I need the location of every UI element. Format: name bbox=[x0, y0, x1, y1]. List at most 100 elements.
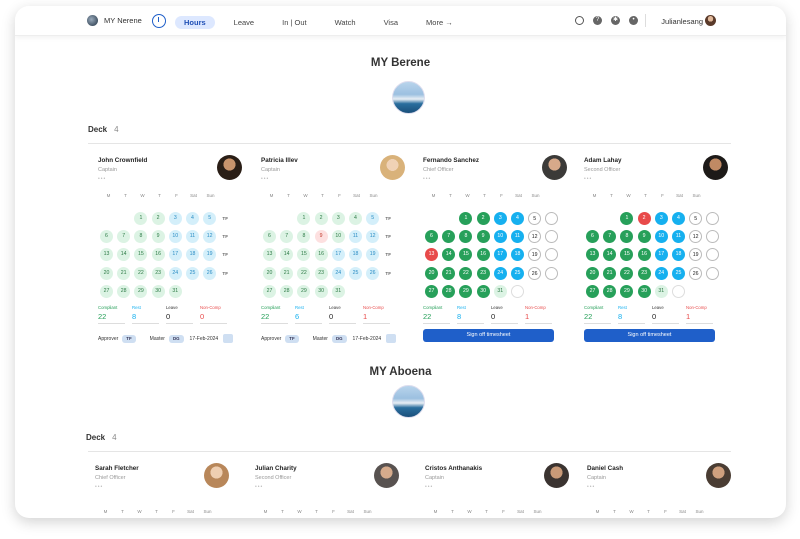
calendar-day[interactable]: 1 bbox=[134, 212, 148, 225]
crew-card[interactable]: Adam Lahay Second Officer ••• M T W T F Sat Sun 1 2… bbox=[584, 155, 734, 352]
more-options-icon[interactable]: ••• bbox=[261, 176, 269, 182]
calendar-day[interactable]: 22 bbox=[459, 266, 473, 280]
calendar-day[interactable]: 27 bbox=[100, 284, 113, 298]
calendar-day[interactable]: 3 bbox=[654, 212, 668, 225]
calendar-day[interactable]: 29 bbox=[297, 284, 311, 298]
calendar-week-checkbox[interactable] bbox=[706, 212, 720, 225]
calendar-day[interactable]: 5 bbox=[528, 212, 542, 225]
calendar-day[interactable]: 29 bbox=[620, 284, 634, 298]
calendar-day[interactable]: 14 bbox=[117, 248, 131, 262]
calendar-day[interactable]: 7 bbox=[280, 230, 294, 244]
calendar-day[interactable]: 2 bbox=[314, 212, 328, 225]
calendar-day[interactable]: 16 bbox=[637, 248, 651, 262]
calendar-day[interactable]: 9 bbox=[637, 230, 651, 244]
calendar-day[interactable]: 28 bbox=[117, 284, 131, 298]
calendar-day[interactable]: 28 bbox=[603, 284, 617, 298]
calendar-day[interactable]: 2 bbox=[637, 212, 651, 225]
calendar-day[interactable]: 31 bbox=[654, 284, 668, 298]
master-badge[interactable]: DG bbox=[168, 334, 184, 343]
more-options-icon[interactable]: ••• bbox=[425, 484, 433, 490]
calendar-day[interactable]: 30 bbox=[314, 284, 328, 298]
calendar-day[interactable]: 25 bbox=[672, 266, 685, 280]
calendar-day[interactable]: 20 bbox=[100, 266, 113, 280]
calendar-day[interactable]: 5 bbox=[689, 212, 703, 225]
calendar-day[interactable]: 4 bbox=[672, 212, 685, 225]
calendar-day[interactable]: 23 bbox=[637, 266, 651, 280]
calendar-day[interactable]: 9 bbox=[476, 230, 490, 244]
calendar-day[interactable]: 25 bbox=[511, 266, 524, 280]
calendar-day[interactable]: 5 bbox=[366, 212, 380, 225]
calendar-day[interactable]: 20 bbox=[425, 266, 438, 280]
calendar-day[interactable]: 19 bbox=[366, 248, 380, 262]
calendar-day[interactable]: 13 bbox=[263, 248, 276, 262]
calendar-day[interactable]: 30 bbox=[637, 284, 651, 298]
calendar-day[interactable]: 3 bbox=[168, 212, 182, 225]
username[interactable]: Julianlesang bbox=[661, 17, 703, 26]
calendar-day[interactable]: 12 bbox=[689, 230, 703, 244]
calendar-day[interactable]: 13 bbox=[586, 248, 599, 262]
calendar-day[interactable]: 17 bbox=[331, 248, 345, 262]
calendar-day[interactable]: 16 bbox=[314, 248, 328, 262]
calendar-day[interactable]: 13 bbox=[425, 248, 438, 262]
calendar-day[interactable]: 1 bbox=[297, 212, 311, 225]
sign-off-timesheet-button[interactable]: Sign off timesheet bbox=[584, 329, 715, 342]
calendar-week-checkbox[interactable] bbox=[706, 230, 720, 244]
calendar-day[interactable]: 24 bbox=[168, 266, 182, 280]
calendar-day[interactable]: 31 bbox=[168, 284, 182, 298]
nav-more[interactable]: More → bbox=[417, 16, 462, 29]
calendar-day[interactable]: 23 bbox=[314, 266, 328, 280]
nav-leave[interactable]: Leave bbox=[225, 16, 263, 29]
calendar-day[interactable]: 14 bbox=[603, 248, 617, 262]
calendar-day[interactable]: 14 bbox=[280, 248, 294, 262]
calendar-day[interactable]: 26 bbox=[203, 266, 217, 280]
calendar-day[interactable]: 21 bbox=[603, 266, 617, 280]
nav-in-out[interactable]: In | Out bbox=[273, 16, 315, 29]
calendar-day[interactable]: 31 bbox=[331, 284, 345, 298]
crew-card[interactable]: Sarah Fletcher Chief Officer ••• M T W T F Sat Su… bbox=[95, 463, 245, 518]
calendar-day[interactable]: 4 bbox=[186, 212, 199, 225]
calendar-day[interactable]: 22 bbox=[134, 266, 148, 280]
calendar-day[interactable]: 3 bbox=[331, 212, 345, 225]
calendar-day[interactable]: 27 bbox=[425, 284, 438, 298]
more-options-icon[interactable]: ••• bbox=[255, 484, 263, 490]
calendar-day[interactable]: 15 bbox=[134, 248, 148, 262]
search-icon[interactable] bbox=[575, 16, 584, 25]
calendar-day[interactable]: 26 bbox=[528, 266, 542, 280]
calendar-day[interactable]: 10 bbox=[331, 230, 345, 244]
more-options-icon[interactable]: ••• bbox=[584, 176, 592, 182]
calendar-day[interactable]: 29 bbox=[459, 284, 473, 298]
calendar-day[interactable]: 24 bbox=[493, 266, 507, 280]
calendar-week-checkbox[interactable] bbox=[706, 266, 720, 280]
more-options-icon[interactable]: ••• bbox=[98, 176, 106, 182]
calendar-day[interactable]: 28 bbox=[442, 284, 456, 298]
calendar-week-checkbox[interactable] bbox=[545, 248, 559, 262]
calendar-day[interactable]: 20 bbox=[586, 266, 599, 280]
calendar-day[interactable]: 26 bbox=[689, 266, 703, 280]
notifications-icon[interactable]: • bbox=[629, 16, 638, 25]
calendar-day[interactable]: 11 bbox=[511, 230, 524, 244]
master-badge[interactable]: DG bbox=[331, 334, 347, 343]
calendar-day[interactable]: 19 bbox=[203, 248, 217, 262]
crew-card[interactable]: Julian Charity Second Officer ••• M T W T F Sat S… bbox=[255, 463, 405, 518]
calendar-day[interactable]: 4 bbox=[511, 212, 524, 225]
nav-watch[interactable]: Watch bbox=[326, 16, 365, 29]
calendar-day[interactable]: 18 bbox=[672, 248, 685, 262]
calendar-day[interactable]: 28 bbox=[280, 284, 294, 298]
calendar-week-checkbox[interactable] bbox=[545, 266, 559, 280]
calendar-day[interactable]: 7 bbox=[603, 230, 617, 244]
calendar-day[interactable]: 21 bbox=[280, 266, 294, 280]
calendar-day[interactable]: 1 bbox=[459, 212, 473, 225]
calendar-day[interactable]: 15 bbox=[459, 248, 473, 262]
clock-icon[interactable] bbox=[152, 14, 166, 28]
crew-card[interactable]: Fernando Sanchez Chief Officer ••• M T W T F Sat… bbox=[423, 155, 573, 352]
calendar-day[interactable]: 15 bbox=[620, 248, 634, 262]
calendar-day[interactable]: 17 bbox=[168, 248, 182, 262]
calendar-day[interactable]: 7 bbox=[442, 230, 456, 244]
calendar-day[interactable]: 10 bbox=[493, 230, 507, 244]
user-avatar[interactable] bbox=[705, 15, 716, 26]
calendar-day[interactable]: 30 bbox=[476, 284, 490, 298]
calendar-day[interactable]: 9 bbox=[151, 230, 165, 244]
calendar-day[interactable]: 8 bbox=[459, 230, 473, 244]
calendar-day[interactable]: 6 bbox=[263, 230, 276, 244]
calendar-day[interactable]: 25 bbox=[186, 266, 199, 280]
